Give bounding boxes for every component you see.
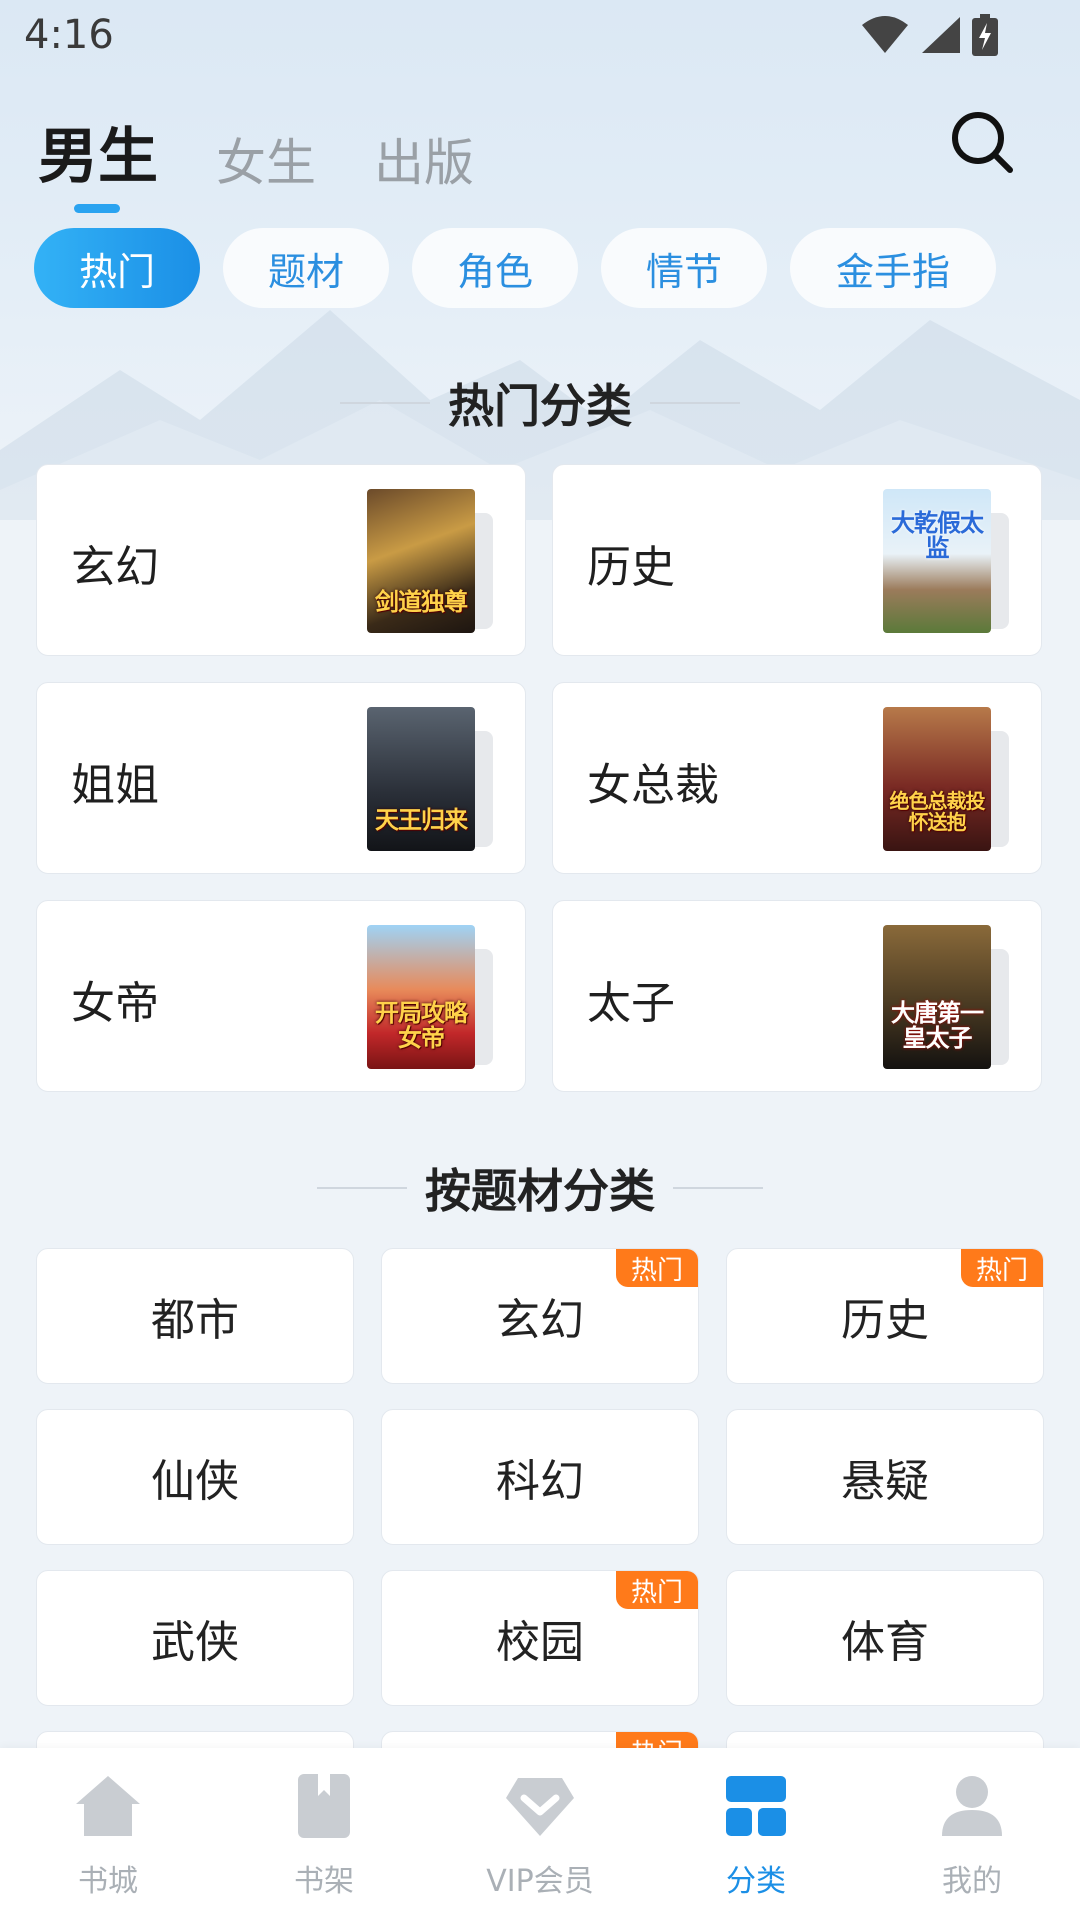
- book-cover: 开局攻略女帝: [367, 925, 475, 1069]
- book-cover: 大唐第一皇太子: [883, 925, 991, 1069]
- filter-chips: 热门 题材 角色 情节 金手指: [34, 228, 996, 308]
- book-cover: 大乾假太监: [883, 489, 991, 633]
- hot-card-label: 历史: [587, 542, 675, 593]
- hot-card-label: 太子: [587, 978, 675, 1029]
- nav-profile[interactable]: 我的: [892, 1770, 1052, 1900]
- home-icon: [76, 1776, 140, 1836]
- theme-cell[interactable]: 历史 热门: [726, 1248, 1044, 1384]
- vip-diamond-icon: [506, 1778, 574, 1836]
- theme-cell-label: 都市: [151, 1295, 239, 1346]
- book-cover: 剑道独尊: [367, 489, 475, 633]
- bookshelf-icon: [298, 1774, 350, 1838]
- hot-card-female-ceo[interactable]: 女总裁 绝色总裁投怀送抱: [552, 682, 1042, 874]
- chip-golden-finger[interactable]: 金手指: [790, 228, 996, 308]
- hot-card-sister[interactable]: 姐姐 天王归来: [36, 682, 526, 874]
- nav-bookshelf[interactable]: 书架: [244, 1770, 404, 1900]
- hot-card-empress[interactable]: 女帝 开局攻略女帝: [36, 900, 526, 1092]
- theme-cell-label: 悬疑: [841, 1456, 929, 1507]
- wifi-icon: [862, 16, 908, 53]
- nav-category[interactable]: 分类: [676, 1770, 836, 1900]
- chip-role[interactable]: 角色: [412, 228, 578, 308]
- profile-icon: [942, 1776, 1002, 1836]
- theme-section-title: 按题材分类: [0, 1155, 1080, 1221]
- theme-cell-label: 武侠: [151, 1617, 239, 1668]
- theme-cell[interactable]: 校园 热门: [381, 1570, 699, 1706]
- bottom-navigation: 书城 书架 VIP会员 分类 我的: [0, 1748, 1080, 1920]
- nav-vip[interactable]: VIP会员: [460, 1770, 620, 1900]
- theme-cell[interactable]: 仙侠: [36, 1409, 354, 1545]
- hot-badge: 热门: [616, 1571, 698, 1609]
- hot-badge: 热门: [961, 1249, 1043, 1287]
- hot-section-title: 热门分类: [0, 370, 1080, 436]
- theme-cell[interactable]: 都市: [36, 1248, 354, 1384]
- hot-badge: 热门: [616, 1249, 698, 1287]
- theme-cell-label: 体育: [841, 1617, 929, 1668]
- theme-cell[interactable]: 科幻: [381, 1409, 699, 1545]
- theme-cell[interactable]: 武侠: [36, 1570, 354, 1706]
- tab-male[interactable]: 男生: [38, 108, 158, 213]
- search-icon[interactable]: [950, 110, 1014, 174]
- theme-cell-label: 历史: [841, 1295, 929, 1346]
- book-cover: 绝色总裁投怀送抱: [883, 707, 991, 851]
- theme-cell-label: 校园: [496, 1617, 584, 1668]
- chip-theme[interactable]: 题材: [223, 228, 389, 308]
- theme-cell[interactable]: 体育: [726, 1570, 1044, 1706]
- hot-card-label: 女总裁: [587, 760, 719, 811]
- top-tabs: 男生 女生 出版: [38, 108, 474, 213]
- nav-bookstore[interactable]: 书城: [28, 1770, 188, 1900]
- hot-card-prince[interactable]: 太子 大唐第一皇太子: [552, 900, 1042, 1092]
- hot-card-xuanhuan[interactable]: 玄幻 剑道独尊: [36, 464, 526, 656]
- status-bar: 4:16: [0, 0, 1080, 76]
- book-cover: 天王归来: [367, 707, 475, 851]
- theme-cell-label: 仙侠: [151, 1456, 239, 1507]
- tab-female[interactable]: 女生: [216, 123, 316, 195]
- hot-card-label: 女帝: [71, 978, 159, 1029]
- hot-card-history[interactable]: 历史 大乾假太监: [552, 464, 1042, 656]
- chip-hot[interactable]: 热门: [34, 228, 200, 308]
- hot-card-label: 姐姐: [71, 760, 159, 811]
- status-time: 4:16: [24, 12, 114, 58]
- category-icon: [726, 1776, 786, 1836]
- battery-icon: [972, 14, 998, 56]
- tab-publish[interactable]: 出版: [374, 123, 474, 195]
- signal-icon: [922, 17, 960, 53]
- theme-cell[interactable]: 悬疑: [726, 1409, 1044, 1545]
- theme-cell-label: 科幻: [496, 1456, 584, 1507]
- theme-cell-label: 玄幻: [496, 1295, 584, 1346]
- theme-cell[interactable]: 玄幻 热门: [381, 1248, 699, 1384]
- chip-plot[interactable]: 情节: [601, 228, 767, 308]
- hot-card-label: 玄幻: [71, 542, 159, 593]
